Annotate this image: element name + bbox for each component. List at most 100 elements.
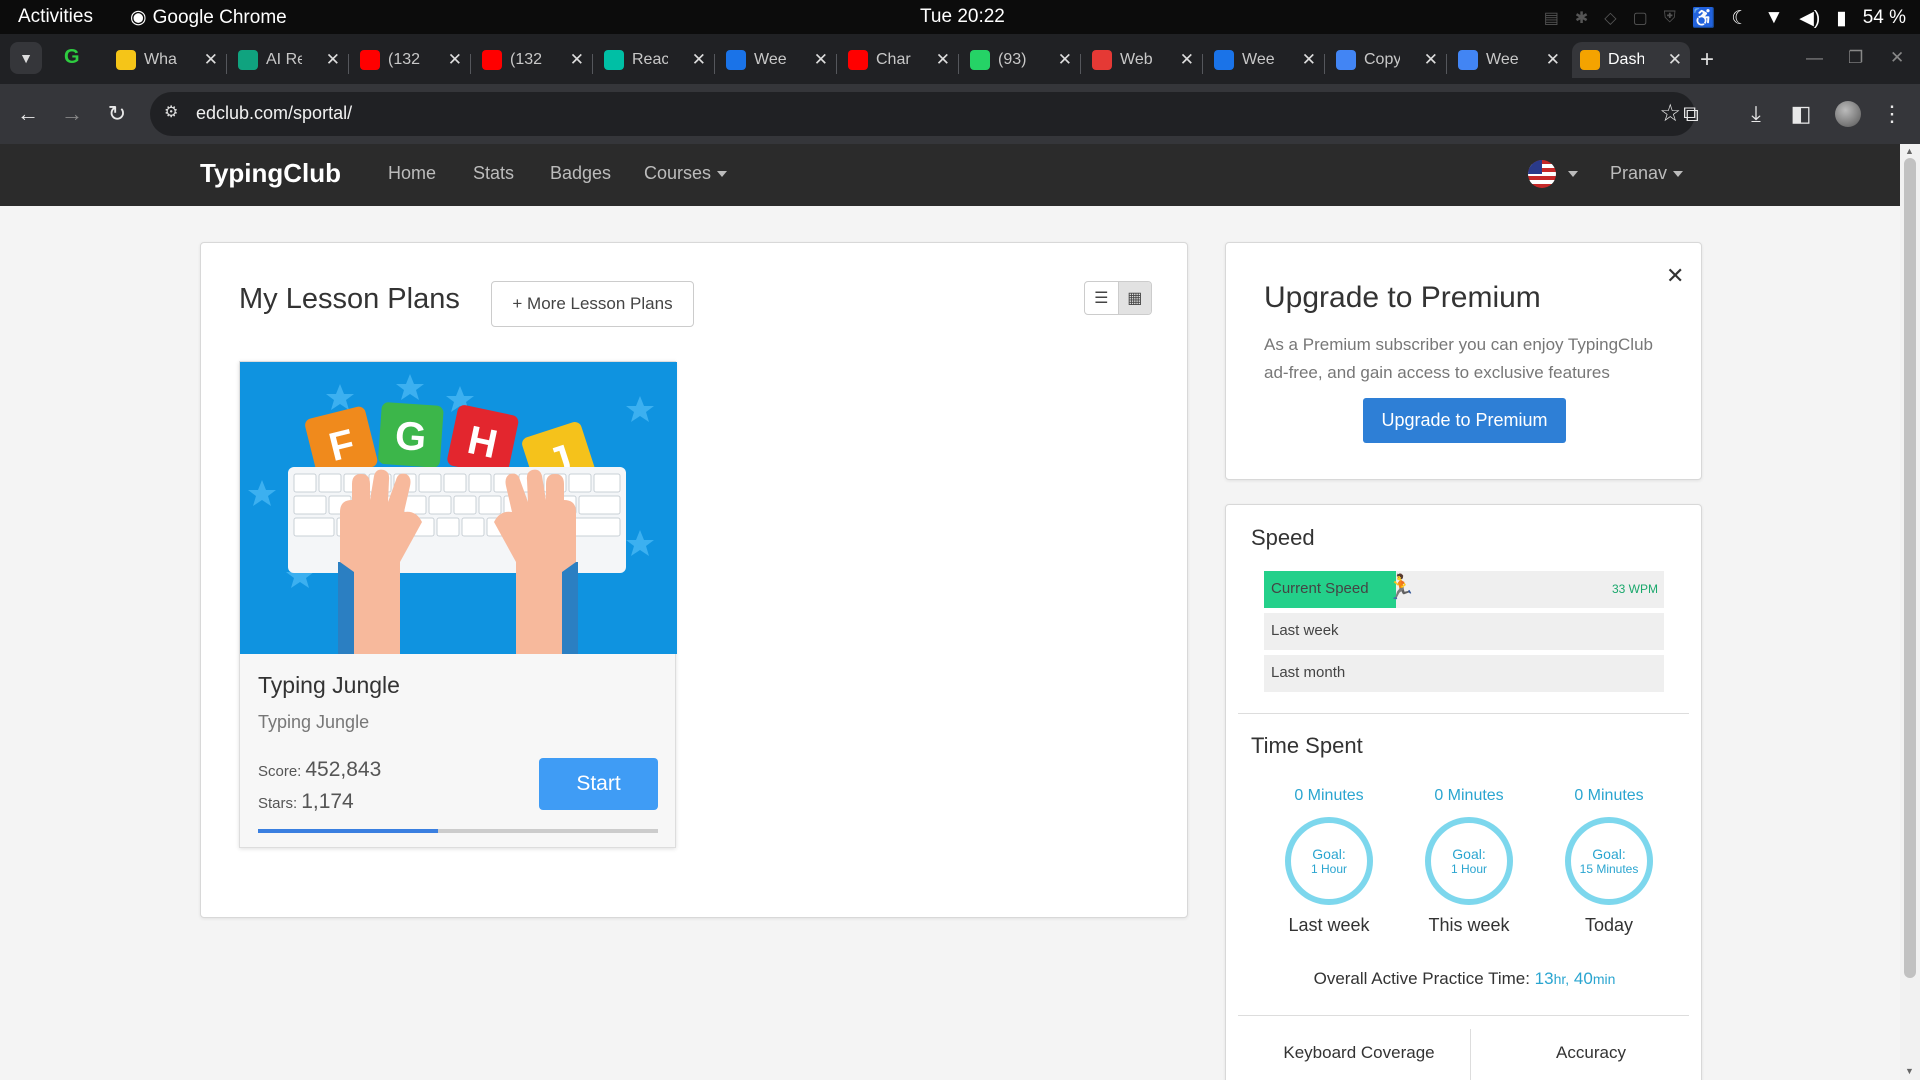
close-tab-icon[interactable]: ✕ [448,50,462,70]
lesson-progress-bar [258,829,658,833]
browser-tab[interactable]: (93) ✕ [962,42,1080,78]
close-tab-icon[interactable]: ✕ [692,50,706,70]
chrome-icon: ◉ [130,7,147,28]
language-dropdown[interactable] [1562,163,1578,184]
period-label: Last week [1288,915,1370,935]
nav-badges[interactable]: Badges [550,163,611,184]
kebab-menu-icon[interactable]: ⋮ [1876,98,1908,130]
nav-courses-label: Courses [644,163,712,183]
scrollbar-thumb[interactable] [1904,158,1916,978]
tab-accuracy[interactable]: Accuracy [1486,1043,1696,1063]
close-tab-icon[interactable]: ✕ [326,50,340,70]
tab-favicon-icon [1214,50,1234,70]
close-tab-icon[interactable]: ✕ [814,50,828,70]
close-tab-icon[interactable]: ✕ [570,50,584,70]
lesson-progress-fill [258,829,438,833]
close-tab-icon[interactable]: ✕ [1546,50,1560,70]
tab-title: Wee [1242,51,1275,68]
tab-separator [1202,54,1203,74]
tab-favicon-icon [238,50,258,70]
upgrade-premium-button[interactable]: Upgrade to Premium [1363,398,1566,443]
tab-favicon-icon [604,50,624,70]
tab-separator [1324,54,1325,74]
more-lesson-plans-button[interactable]: + More Lesson Plans [491,281,694,327]
browser-tab[interactable]: Dash ✕ [1572,42,1690,78]
close-window-button[interactable]: ✕ [1890,48,1904,68]
pinned-tab[interactable]: G [64,46,84,70]
chevron-down-icon: ▼ [19,50,33,66]
browser-tab[interactable]: Wee ✕ [1450,42,1568,78]
maximize-button[interactable]: ❐ [1848,48,1863,68]
list-view-icon[interactable]: ☰ [1085,282,1118,314]
extensions-icon[interactable]: ⧉ [1675,98,1707,130]
clock[interactable]: Tue 20:22 [920,6,1005,28]
back-button[interactable]: ← [12,98,44,130]
browser-tab[interactable]: Wha ✕ [108,42,226,78]
close-tab-icon[interactable]: ✕ [1302,50,1316,70]
tab-keyboard-coverage[interactable]: Keyboard Coverage [1254,1043,1464,1063]
tab-separator [1080,54,1081,74]
browser-tab[interactable]: Copy ✕ [1328,42,1446,78]
minimize-button[interactable]: — [1806,48,1823,68]
download-icon[interactable]: ⤓ [1740,98,1772,130]
browser-tab[interactable]: Wee ✕ [718,42,836,78]
close-tab-icon[interactable]: ✕ [1668,50,1682,70]
note-icon: ▤ [1543,10,1559,27]
speed-row-current: 🏃 Current Speed 33 WPM [1264,571,1664,608]
period-label: This week [1428,915,1510,935]
page-scrollbar[interactable]: ▲ ▼ [1900,144,1920,1080]
browser-tab[interactable]: Char ✕ [840,42,958,78]
close-tab-icon[interactable]: ✕ [204,50,218,70]
forward-button[interactable]: → [56,98,88,130]
scroll-down-icon[interactable]: ▼ [1905,1066,1914,1076]
lesson-plan-image[interactable]: F G H J [240,362,677,654]
lesson-plan-title[interactable]: Typing Jungle [258,672,400,699]
nav-home[interactable]: Home [388,163,436,184]
close-tab-icon[interactable]: ✕ [1058,50,1072,70]
nav-stats[interactable]: Stats [473,163,514,184]
scroll-up-icon[interactable]: ▲ [1905,146,1914,156]
nav-courses[interactable]: Courses [644,163,728,184]
activities-button[interactable]: Activities [18,6,93,28]
start-button[interactable]: Start [539,758,658,810]
browser-tab[interactable]: AI Re ✕ [230,42,348,78]
time-col-today: 0 Minutes Goal: 15 Minutes Today [1544,787,1674,936]
address-bar[interactable]: ⚙ edclub.com/sportal/ ☆ [150,92,1695,136]
browser-tab[interactable]: (132 ✕ [474,42,592,78]
time-col-last-week: 0 Minutes Goal: 1 Hour Last week [1264,787,1394,936]
browser-tab[interactable]: Wee ✕ [1206,42,1324,78]
tab-title: Dash [1608,51,1644,68]
period-label: Today [1584,915,1634,935]
app-menu[interactable]: ◉ Google Chrome [130,6,287,29]
side-panel-icon[interactable]: ◧ [1785,98,1817,130]
premium-description: As a Premium subscriber you can enjoy Ty… [1264,335,1653,382]
close-tab-icon[interactable]: ✕ [936,50,950,70]
grammarly-icon: G [64,46,80,68]
browser-tab[interactable]: Web ✕ [1084,42,1202,78]
reload-button[interactable]: ↻ [101,98,133,130]
clipboard-icon: ▢ [1632,10,1648,27]
close-tab-icon[interactable]: ✕ [1424,50,1438,70]
tab-title: (132 [388,51,421,68]
close-tab-icon[interactable]: ✕ [1180,50,1194,70]
user-menu[interactable]: Pranav [1610,163,1684,184]
tab-title: Char [876,51,911,68]
system-tray[interactable]: ▤ ✱ ◇ ▢ ⛨ ♿ ☾ ▼ ◀) ▮ 54 % [1544,6,1906,30]
bluetooth-icon: ✱ [1574,10,1589,27]
grid-view-icon[interactable]: ▦ [1117,282,1151,314]
site-settings-icon[interactable]: ⚙ [164,102,188,126]
lesson-plan-card[interactable]: F G H J Typing Jungle Typing Jungle Scor… [239,361,677,848]
close-icon[interactable]: ✕ [1666,263,1684,289]
new-tab-button[interactable]: + [1700,46,1714,74]
profile-avatar[interactable] [1835,101,1861,127]
browser-tab[interactable]: Reac ✕ [596,42,714,78]
browser-tab[interactable]: (132 ✕ [352,42,470,78]
tab-separator [836,54,837,74]
stars-value: 1,174 [301,790,354,813]
flag-icon[interactable] [1528,160,1556,188]
site-logo[interactable]: TypingClub [200,158,341,189]
goal-label: Goal: [1592,846,1626,862]
url-text[interactable]: edclub.com/sportal/ [196,103,352,124]
speed-row-last-week: Last week [1264,613,1664,650]
tab-search-button[interactable]: ▼ [10,42,42,74]
